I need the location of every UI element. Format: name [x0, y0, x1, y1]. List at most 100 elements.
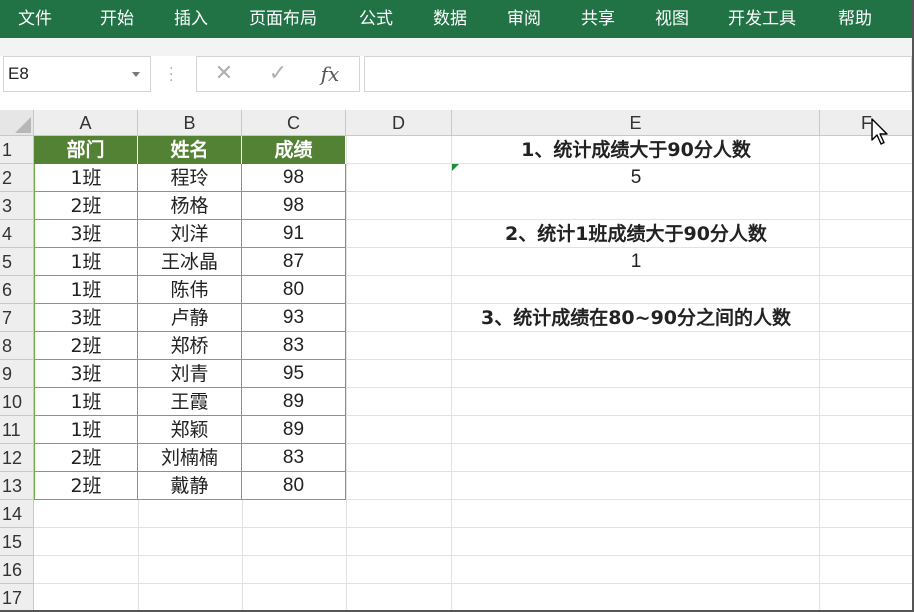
- dept-cell[interactable]: 1班: [34, 164, 138, 192]
- name-cell[interactable]: 王冰晶: [138, 248, 242, 276]
- tab-view[interactable]: 视图: [655, 0, 689, 38]
- tab-file[interactable]: 文件: [18, 0, 52, 38]
- row-header[interactable]: 15: [0, 528, 34, 556]
- score-cell[interactable]: 93: [242, 304, 346, 332]
- tab-formulas[interactable]: 公式: [359, 0, 393, 38]
- formula-buttons: ✕ ✓ fx: [196, 56, 360, 92]
- tab-review[interactable]: 审阅: [507, 0, 541, 38]
- dept-cell[interactable]: 2班: [34, 472, 138, 500]
- row-header[interactable]: 2: [0, 164, 34, 192]
- name-cell[interactable]: 陈伟: [138, 276, 242, 304]
- dept-cell[interactable]: 1班: [34, 416, 138, 444]
- name-cell[interactable]: 刘青: [138, 360, 242, 388]
- row-header[interactable]: 13: [0, 472, 34, 500]
- row-header[interactable]: 3: [0, 192, 34, 220]
- gridline: [819, 136, 820, 612]
- dept-cell[interactable]: 2班: [34, 444, 138, 472]
- insert-function-icon[interactable]: fx: [317, 61, 343, 87]
- answer-2[interactable]: 1: [452, 248, 820, 276]
- tab-help[interactable]: 帮助: [838, 0, 872, 38]
- name-box-value: E8: [8, 64, 29, 83]
- name-box[interactable]: E8: [3, 56, 151, 92]
- dept-cell[interactable]: 1班: [34, 248, 138, 276]
- row-header[interactable]: 7: [0, 304, 34, 332]
- score-cell[interactable]: 87: [242, 248, 346, 276]
- gridline: [34, 555, 914, 556]
- gridline: [34, 527, 914, 528]
- name-cell[interactable]: 郑颖: [138, 416, 242, 444]
- dept-cell[interactable]: 3班: [34, 304, 138, 332]
- dept-cell[interactable]: 2班: [34, 332, 138, 360]
- question-3[interactable]: 3、统计成绩在80~90分之间的人数: [452, 304, 820, 332]
- column-header-b[interactable]: B: [138, 110, 242, 136]
- formula-input[interactable]: [364, 56, 912, 92]
- dept-cell[interactable]: 1班: [34, 276, 138, 304]
- row-header[interactable]: 11: [0, 416, 34, 444]
- row-header[interactable]: 8: [0, 332, 34, 360]
- score-cell[interactable]: 80: [242, 472, 346, 500]
- row-header[interactable]: 6: [0, 276, 34, 304]
- table-header-name[interactable]: 姓名: [138, 136, 242, 164]
- name-cell[interactable]: 刘楠楠: [138, 444, 242, 472]
- name-cell[interactable]: 王霞: [138, 388, 242, 416]
- score-cell[interactable]: 80: [242, 276, 346, 304]
- tab-home[interactable]: 开始: [100, 0, 134, 38]
- name-cell[interactable]: 刘洋: [138, 220, 242, 248]
- row-header[interactable]: 16: [0, 556, 34, 584]
- gridline: [34, 583, 914, 584]
- enter-icon[interactable]: ✓: [265, 61, 291, 87]
- error-indicator-icon: [452, 164, 459, 171]
- score-cell[interactable]: 83: [242, 444, 346, 472]
- chevron-down-icon[interactable]: [132, 72, 140, 77]
- row-header[interactable]: 5: [0, 248, 34, 276]
- score-cell[interactable]: 95: [242, 360, 346, 388]
- cancel-icon[interactable]: ✕: [211, 61, 237, 87]
- ribbon-collapsed-area: [0, 38, 914, 56]
- name-cell[interactable]: 郑桥: [138, 332, 242, 360]
- gridline: [346, 136, 347, 612]
- row-header[interactable]: 9: [0, 360, 34, 388]
- score-cell[interactable]: 89: [242, 416, 346, 444]
- select-all-icon: [15, 117, 31, 133]
- row-header[interactable]: 10: [0, 388, 34, 416]
- row-header[interactable]: 14: [0, 500, 34, 528]
- name-cell[interactable]: 杨格: [138, 192, 242, 220]
- gridline: [451, 136, 452, 612]
- table-header-dept[interactable]: 部门: [34, 136, 138, 164]
- score-cell[interactable]: 91: [242, 220, 346, 248]
- dept-cell[interactable]: 3班: [34, 220, 138, 248]
- score-cell[interactable]: 98: [242, 164, 346, 192]
- column-header-c[interactable]: C: [242, 110, 346, 136]
- question-1[interactable]: 1、统计成绩大于90分人数: [452, 136, 820, 164]
- dept-cell[interactable]: 1班: [34, 388, 138, 416]
- tab-share[interactable]: 共享: [581, 0, 615, 38]
- tab-developer[interactable]: 开发工具: [728, 0, 796, 38]
- column-header-f[interactable]: F: [820, 110, 914, 136]
- answer-1[interactable]: 5: [452, 164, 820, 192]
- row-header[interactable]: 1: [0, 136, 34, 164]
- select-all-button[interactable]: [0, 110, 34, 136]
- score-cell[interactable]: 83: [242, 332, 346, 360]
- row-header[interactable]: 12: [0, 444, 34, 472]
- name-cell[interactable]: 戴静: [138, 472, 242, 500]
- row-header[interactable]: 4: [0, 220, 34, 248]
- tab-data[interactable]: 数据: [433, 0, 467, 38]
- tab-insert[interactable]: 插入: [174, 0, 208, 38]
- column-header-d[interactable]: D: [346, 110, 452, 136]
- dept-cell[interactable]: 3班: [34, 360, 138, 388]
- column-header-e[interactable]: E: [452, 110, 820, 136]
- table-header-score[interactable]: 成绩: [242, 136, 346, 164]
- answer-3[interactable]: [452, 332, 820, 360]
- worksheet-grid: A B C D E F 1 2 3 4 5 6 7 8 9 10 11 12 13 14 15 16 17 部门…: [0, 110, 914, 612]
- tab-page-layout[interactable]: 页面布局: [249, 0, 317, 38]
- score-cell[interactable]: 89: [242, 388, 346, 416]
- dept-cell[interactable]: 2班: [34, 192, 138, 220]
- question-2[interactable]: 2、统计1班成绩大于90分人数: [452, 220, 820, 248]
- row-header[interactable]: 17: [0, 584, 34, 612]
- name-cell[interactable]: 卢静: [138, 304, 242, 332]
- score-cell[interactable]: 98: [242, 192, 346, 220]
- name-cell[interactable]: 程玲: [138, 164, 242, 192]
- column-header-a[interactable]: A: [34, 110, 138, 136]
- drag-handle-icon[interactable]: · · ·: [169, 62, 173, 88]
- ribbon-tabs: 文件 开始 插入 页面布局 公式 数据 审阅 共享 视图 开发工具 帮助: [0, 0, 914, 38]
